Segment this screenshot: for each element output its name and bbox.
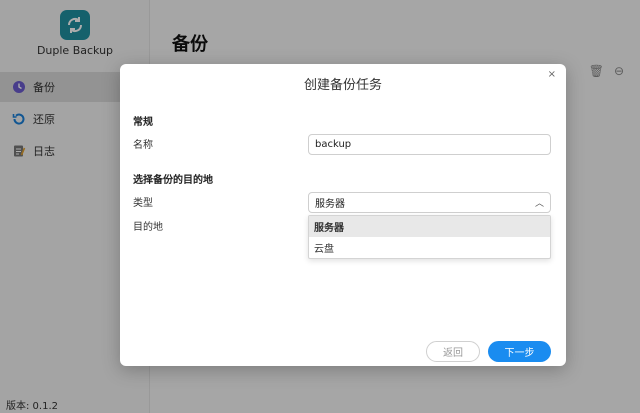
next-button[interactable]: 下一步 <box>488 341 551 362</box>
name-input[interactable]: backup <box>308 134 551 155</box>
close-icon[interactable]: × <box>548 69 556 80</box>
type-label: 类型 <box>133 198 153 209</box>
type-dropdown: 服务器 云盘 <box>308 215 551 259</box>
back-button[interactable]: 返回 <box>426 341 480 362</box>
section-destination: 选择备份的目的地 <box>133 175 213 186</box>
section-general: 常规 <box>133 117 153 128</box>
dropdown-option-server[interactable]: 服务器 <box>309 216 550 237</box>
name-label: 名称 <box>133 140 153 151</box>
create-backup-dialog: 创建备份任务 × 常规 名称 backup 选择备份的目的地 类型 服务器 ︿ … <box>120 64 566 366</box>
dropdown-option-cloud[interactable]: 云盘 <box>309 237 550 258</box>
destination-label: 目的地 <box>133 222 163 233</box>
dialog-title: 创建备份任务 <box>303 78 382 93</box>
type-select[interactable]: 服务器 ︿ <box>308 192 551 213</box>
type-select-value: 服务器 <box>315 199 345 210</box>
chevron-up-icon: ︿ <box>534 199 544 209</box>
